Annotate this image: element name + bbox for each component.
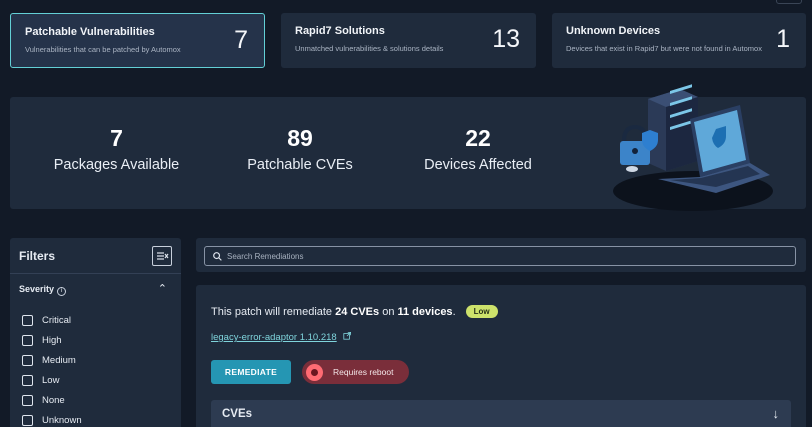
option-label: Critical — [42, 314, 72, 326]
card-subtitle: Unmatched vulnerabilities & solutions de… — [295, 44, 444, 53]
summary-middle: on — [379, 305, 398, 318]
checkbox[interactable] — [22, 414, 33, 426]
filters-header: Filters — [10, 238, 181, 274]
collapse-filters-icon[interactable] — [152, 246, 172, 266]
card-subtitle: Devices that exist in Rapid7 but were no… — [566, 44, 762, 53]
remediation-summary: This patch will remediate 24 CVEs on 11 … — [211, 305, 498, 318]
info-icon[interactable]: i — [57, 287, 67, 296]
option-label: None — [42, 394, 65, 406]
stat-patchable-cves: 89 Patchable CVEs — [242, 125, 358, 173]
severity-label: Severity — [19, 284, 55, 294]
severity-option-critical[interactable]: Critical — [22, 310, 82, 330]
remediate-button[interactable]: REMEDIATE — [211, 360, 291, 384]
arrow-down-icon[interactable]: ↓ — [773, 406, 780, 421]
cves-accordion[interactable]: CVEs ↓ — [211, 400, 791, 427]
card-patchable-vulnerabilities[interactable]: Patchable Vulnerabilities Vulnerabilitie… — [10, 13, 265, 68]
option-label: Unknown — [42, 414, 82, 426]
card-title: Rapid7 Solutions — [295, 25, 385, 37]
severity-badge: Low — [465, 305, 498, 318]
filters-panel: Filters Severity i ⌃ Critical High Medium… — [10, 238, 181, 427]
search-icon — [213, 251, 222, 261]
checkbox[interactable] — [22, 334, 33, 346]
severity-option-low[interactable]: Low — [22, 370, 82, 390]
stat-devices-affected: 22 Devices Affected — [413, 125, 543, 173]
summary-prefix: This patch will remediate — [211, 305, 336, 318]
package-link-row[interactable]: legacy-error-adaptor 1.10.218 — [211, 332, 351, 343]
card-subtitle: Vulnerabilities that can be patched by A… — [25, 45, 181, 54]
remediation-panel: This patch will remediate 24 CVEs on 11 … — [196, 285, 806, 427]
stat-value: 22 — [465, 125, 491, 151]
stat-label: Packages Available — [53, 157, 180, 173]
option-label: Medium — [42, 354, 76, 366]
card-unknown-devices[interactable]: Unknown Devices Devices that exist in Ra… — [552, 13, 806, 68]
severity-option-high[interactable]: High — [22, 330, 82, 350]
top-right-button[interactable] — [776, 0, 802, 4]
card-rapid7-solutions[interactable]: Rapid7 Solutions Unmatched vulnerabiliti… — [281, 13, 536, 68]
card-count: 1 — [776, 25, 790, 53]
device-count: 11 devices — [397, 305, 453, 318]
reboot-label: Requires reboot — [333, 367, 394, 377]
option-label: Low — [42, 374, 60, 386]
card-count: 13 — [492, 25, 520, 53]
card-count: 7 — [234, 26, 248, 54]
reboot-alert-icon — [306, 363, 323, 381]
search-bar-container — [196, 238, 806, 272]
option-label: High — [42, 334, 62, 346]
external-link-icon[interactable] — [343, 332, 351, 342]
cve-count: 24 CVEs — [335, 305, 380, 318]
stat-label: Devices Affected — [424, 157, 532, 173]
severity-option-none[interactable]: None — [22, 390, 82, 410]
search-input[interactable] — [227, 251, 727, 261]
severity-option-unknown[interactable]: Unknown — [22, 410, 82, 427]
severity-header[interactable]: Severity i — [19, 284, 169, 296]
package-link[interactable]: legacy-error-adaptor 1.10.218 — [211, 332, 337, 343]
card-title: Patchable Vulnerabilities — [25, 26, 155, 38]
stat-value: 7 — [110, 125, 123, 151]
filters-title: Filters — [19, 249, 56, 263]
search-box[interactable] — [204, 246, 796, 266]
requires-reboot-badge: Requires reboot — [302, 360, 409, 384]
stat-label: Patchable CVEs — [247, 157, 353, 173]
security-laptop-illustration — [613, 84, 773, 211]
card-title: Unknown Devices — [566, 25, 661, 37]
chevron-up-icon[interactable]: ⌃ — [158, 282, 167, 295]
checkbox[interactable] — [22, 314, 33, 326]
cves-section-label: CVEs — [222, 408, 253, 420]
checkbox[interactable] — [22, 354, 33, 366]
severity-options: Critical High Medium Low None Unknown — [22, 310, 82, 427]
stats-banner: 7 Packages Available 89 Patchable CVEs 2… — [10, 84, 806, 211]
checkbox[interactable] — [22, 374, 33, 386]
stat-value: 89 — [287, 125, 313, 151]
summary-suffix: . — [452, 305, 456, 318]
stat-packages-available: 7 Packages Available — [50, 125, 183, 173]
severity-option-medium[interactable]: Medium — [22, 350, 82, 370]
checkbox[interactable] — [22, 394, 33, 406]
